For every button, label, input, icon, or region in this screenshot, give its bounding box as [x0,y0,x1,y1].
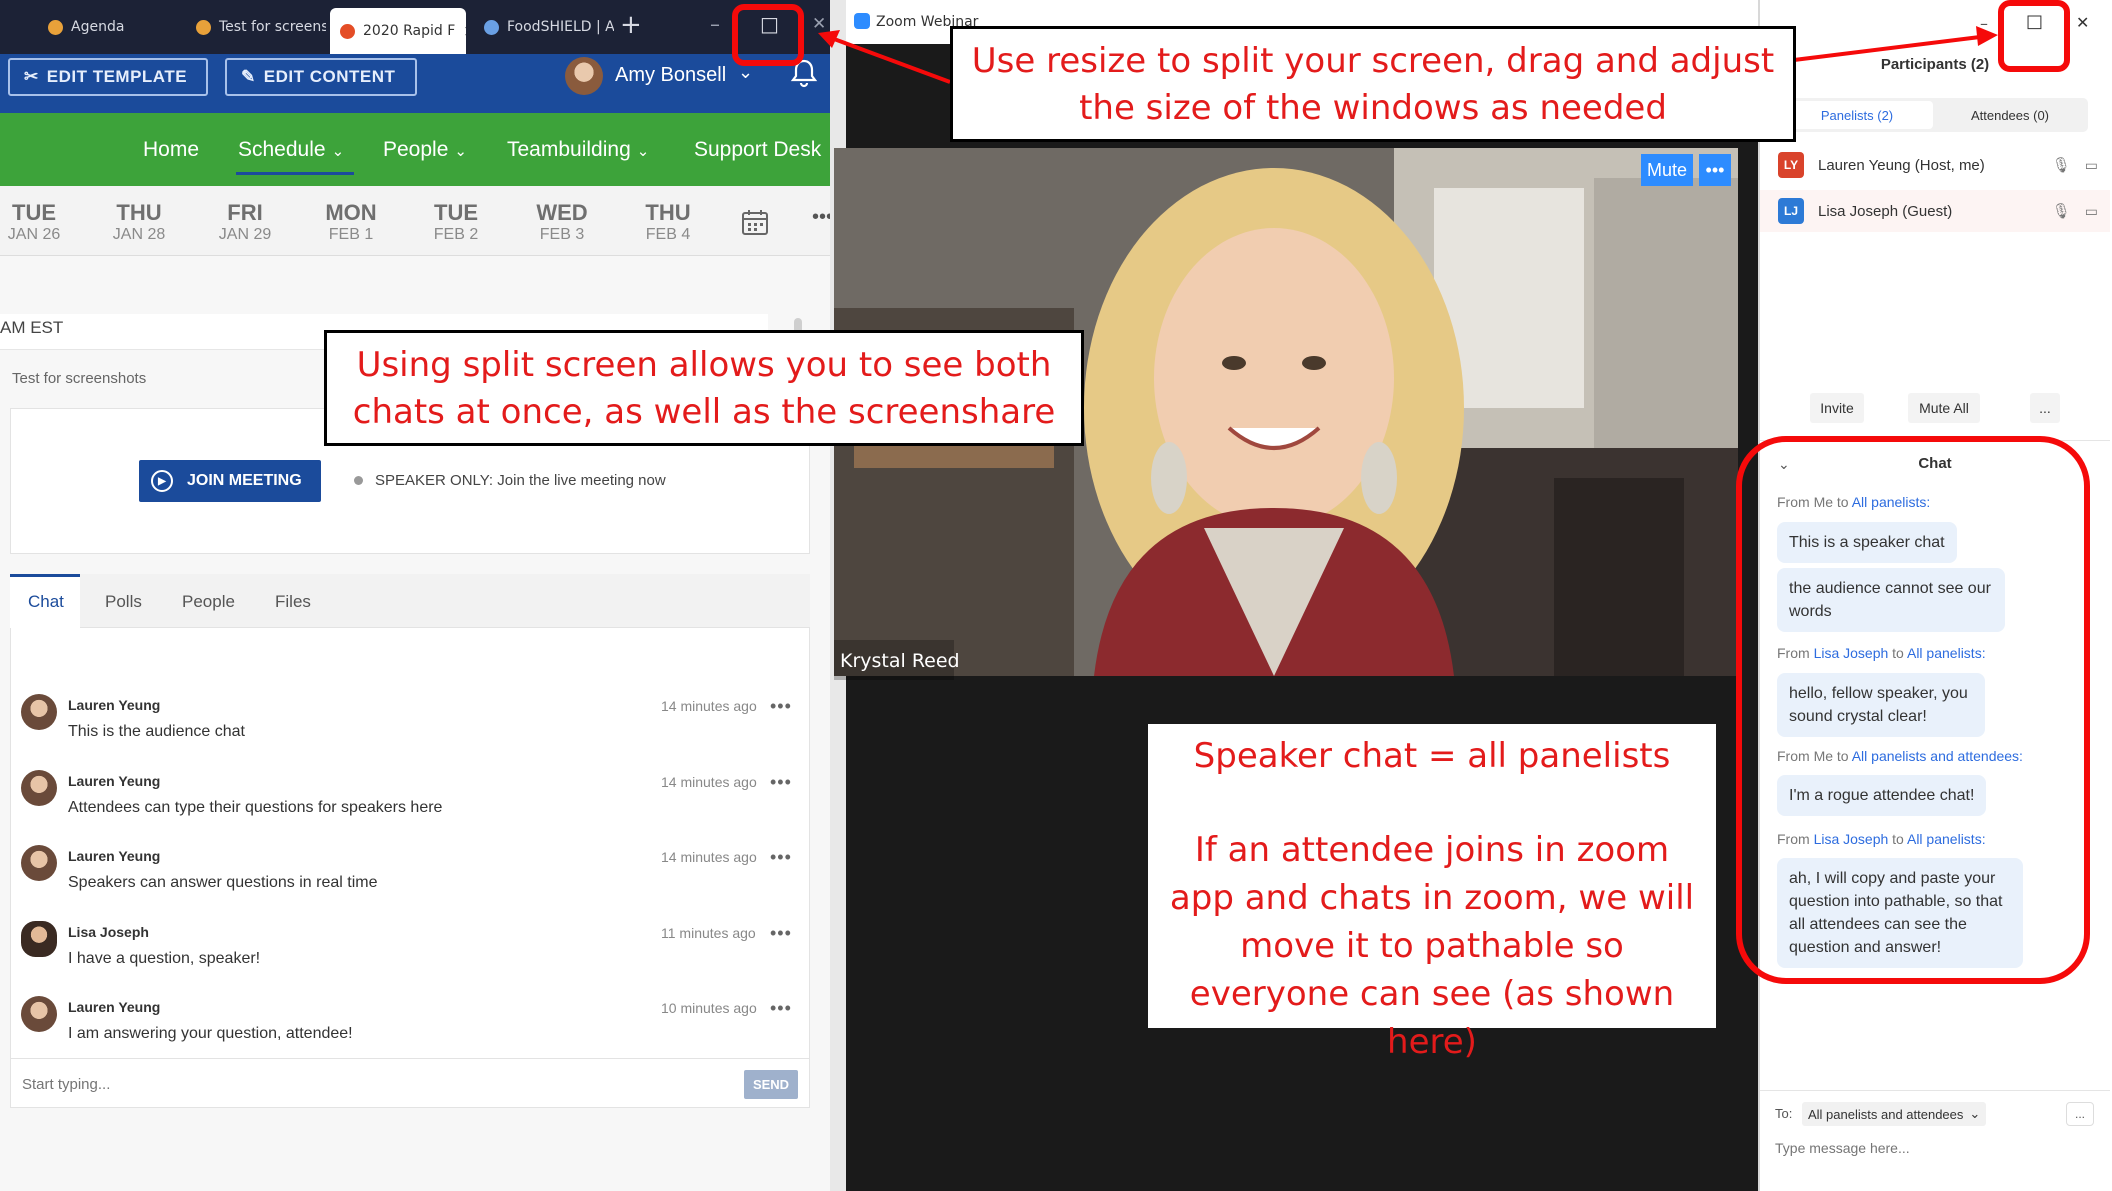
arrow-head [1976,26,1998,46]
screenshot-root: Agenda Test for screensh 2020 Rapid F ✕ … [0,0,2112,1191]
resize-callout: Use resize to split your screen, drag an… [950,26,1796,142]
attendee-note-text: If an attendee joins in zoom app and cha… [1169,830,1695,1062]
annotation-arrows [818,26,1998,84]
split-screen-callout: Using split screen allows you to see bot… [324,330,1084,446]
speaker-chat-line: Speaker chat = all panelists [1193,736,1671,776]
speaker-chat-note: Speaker chat = all panelists If an atten… [1148,724,1716,1062]
arrow-line [1793,34,1989,62]
arrow-line [825,34,951,84]
